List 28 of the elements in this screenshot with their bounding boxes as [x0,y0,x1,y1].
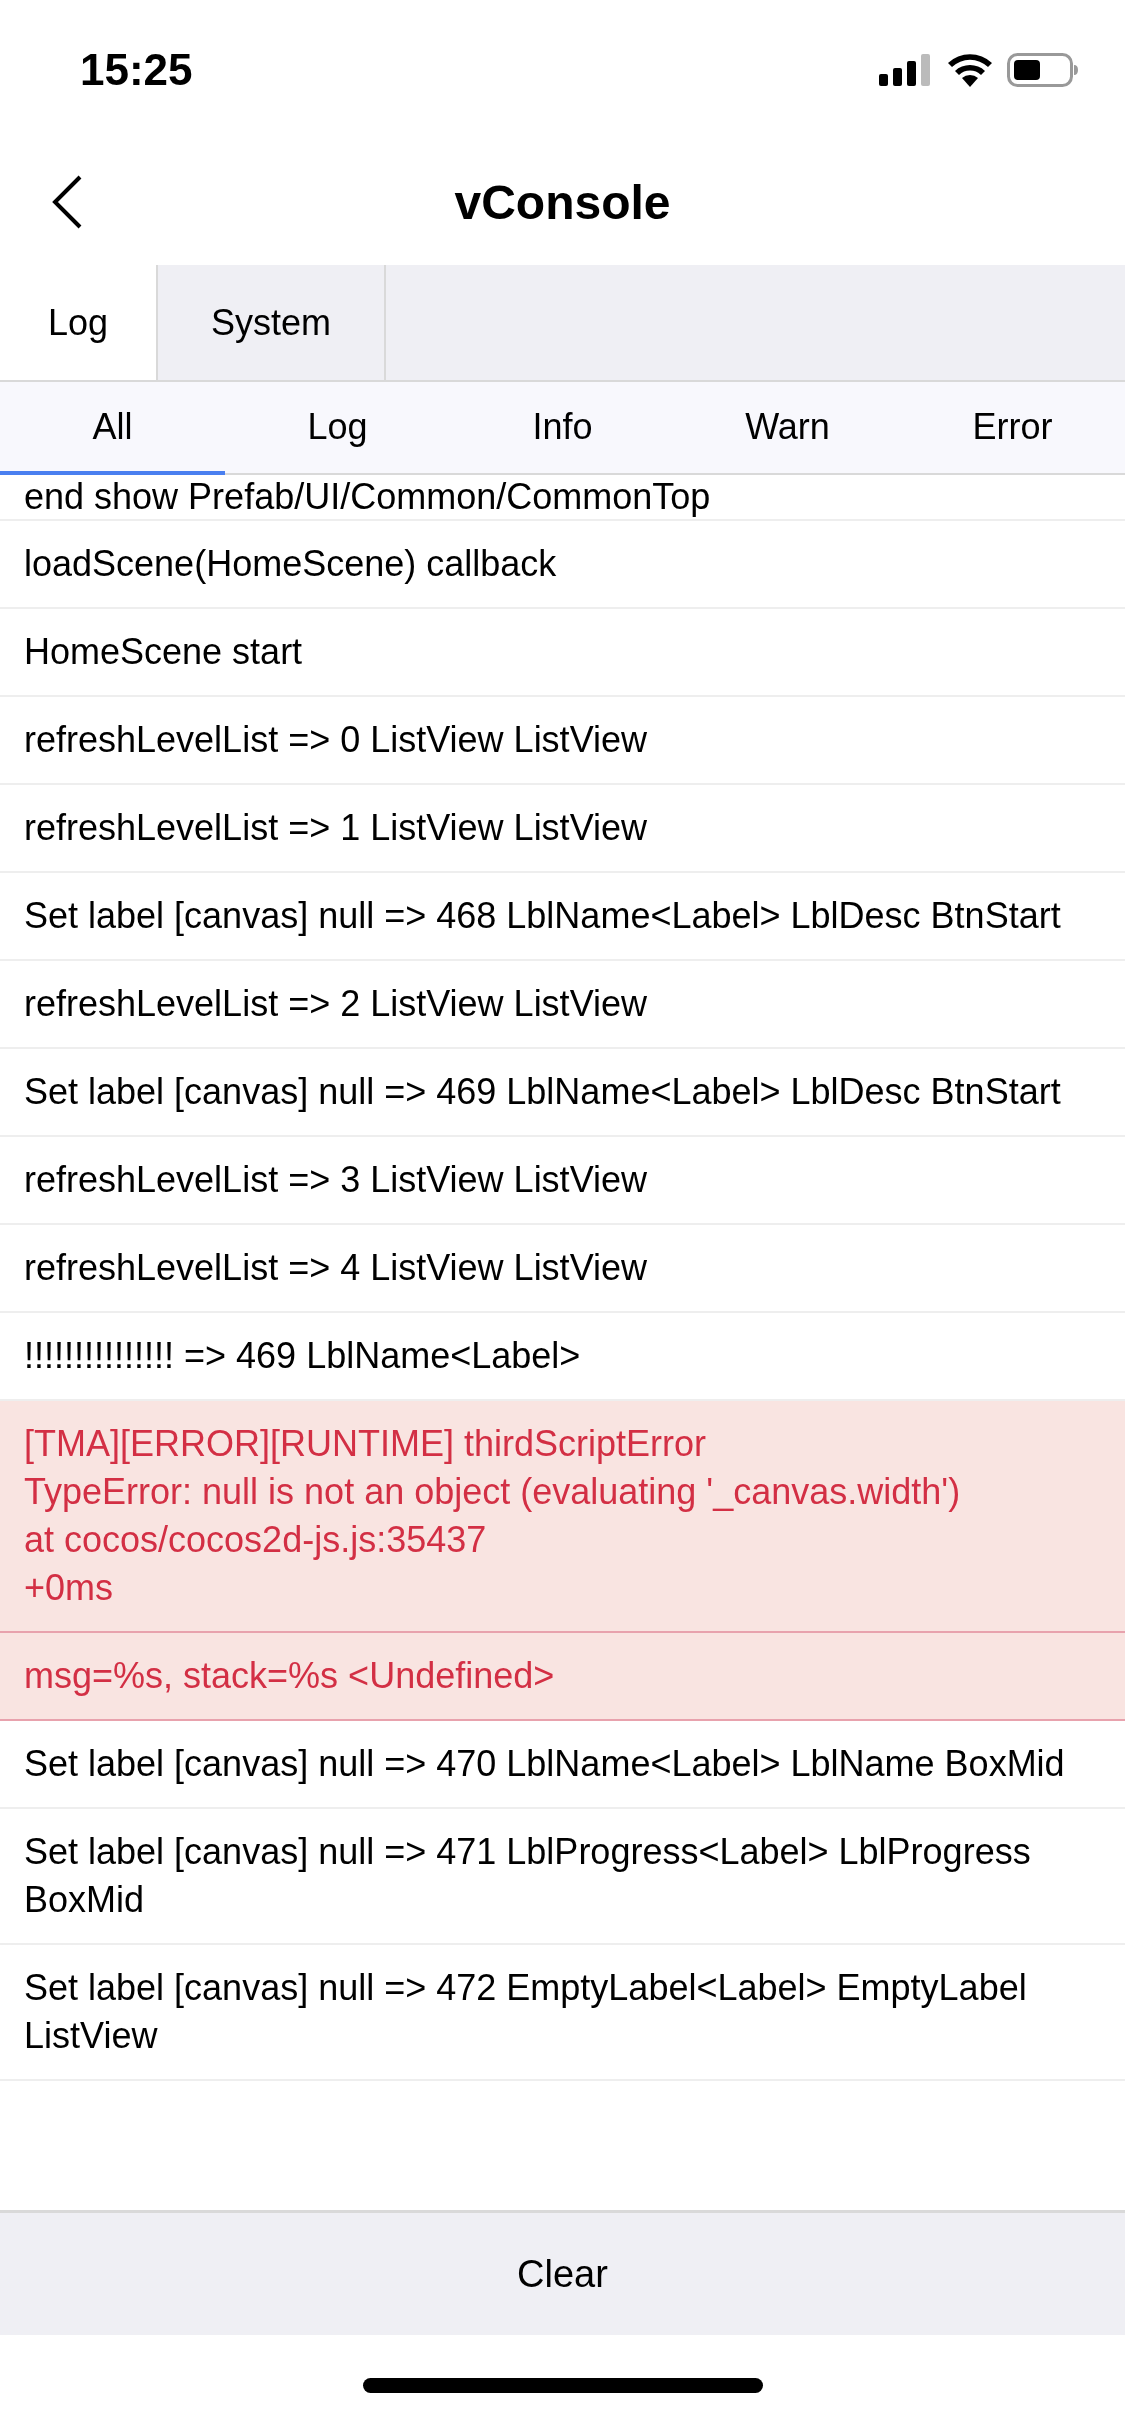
filter-tab[interactable]: All [0,382,225,475]
log-text: Set label [canvas] null => 471 LblProgress<Label> LblProgress BoxMid [24,1831,1032,1920]
battery-icon [1007,53,1079,87]
log-text: Set label [canvas] null => 470 LblName<Label> LblName BoxMid [24,1743,1065,1784]
filter-tab[interactable]: Info [450,382,675,475]
header-title: vConsole [454,175,671,230]
log-text: HomeScene start [24,631,303,672]
tab[interactable]: Log [0,265,158,380]
signal-icon [879,54,933,86]
log-text: loadScene(HomeScene) callback [24,543,557,584]
log-text: refreshLevelList => 4 ListView ListView [24,1247,647,1288]
log-text: refreshLevelList => 2 ListView ListView [24,983,647,1024]
log-text: !!!!!!!!!!!!!!! => 469 LblName<Label> [24,1335,581,1376]
back-icon[interactable] [50,174,84,230]
filter-tab[interactable]: Warn [675,382,900,475]
log-text: refreshLevelList => 3 ListView ListView [24,1159,647,1200]
log-text: [TMA][ERROR][RUNTIME] thirdScriptError TypeError: null is not an object (evaluating '_canvas.width') at cocos/cocos2d-js.js:35437 +0ms [24,1423,961,1608]
log-text: Set label [canvas] null => 469 LblName<Label> LblDesc BtnStart [24,1071,1061,1112]
wifi-icon [947,53,993,87]
log-text: Set label [canvas] null => 468 LblName<Label> LblDesc BtnStart [24,895,1061,936]
log-text: end show Prefab/UI/Common/CommonTop [24,476,711,517]
status-time: 15:25 [80,45,193,95]
log-text: msg=%s, stack=%s <Undefined> [24,1655,555,1696]
log-text: refreshLevelList => 1 ListView ListView [24,807,647,848]
log-text: refreshLevelList => 0 ListView ListView [24,719,647,760]
filter-tab[interactable]: Log [225,382,450,475]
log-text: Set label [canvas] null => 472 EmptyLabel<Label> EmptyLabel ListView [24,1967,1028,2056]
filter-tab[interactable]: Error [900,382,1125,475]
